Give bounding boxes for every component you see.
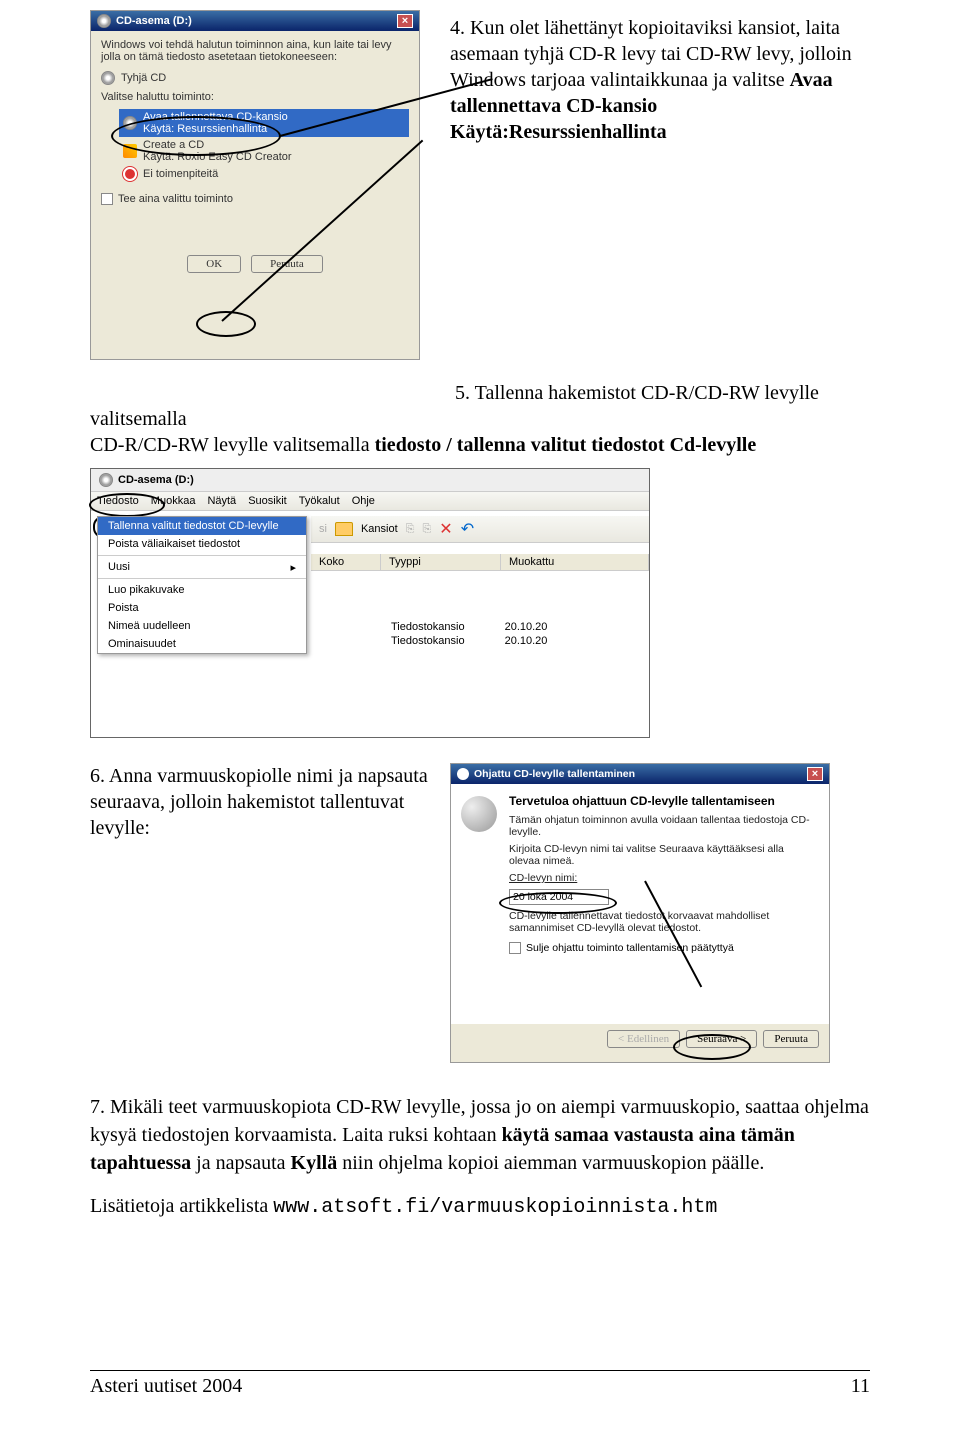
checkbox-label: Sulje ohjattu toiminto tallentamisen pää… <box>526 942 734 954</box>
step7-bold-b: Kyllä <box>291 1152 338 1174</box>
more-info-line: Lisätietoja artikkelista www.atsoft.fi/v… <box>90 1195 870 1219</box>
step7-number: 7. <box>90 1096 105 1118</box>
file-list: Tiedostokansio 20.10.20 Tiedostokansio 2… <box>391 619 547 649</box>
step7-text-b: ja napsauta <box>196 1152 290 1174</box>
dialog-title: CD-asema (D:) <box>116 15 192 27</box>
action-label: Ei toimenpiteitä <box>143 168 218 180</box>
no-action-icon <box>123 167 137 181</box>
checkbox-icon <box>101 193 113 205</box>
annotation-ellipse <box>111 116 281 156</box>
dd-luo-pikakuvake[interactable]: Luo pikakuvake <box>98 581 306 599</box>
address-bar: CD-asema (D:) <box>91 469 649 492</box>
dd-tallenna-cd[interactable]: Tallenna valitut tiedostot CD-levylle <box>98 517 306 535</box>
menu-ohje[interactable]: Ohje <box>352 495 375 507</box>
close-wizard-checkbox[interactable]: Sulje ohjattu toiminto tallentamisen pää… <box>509 942 817 954</box>
undo-icon[interactable]: ↶ <box>461 519 474 539</box>
step7-paragraph: 7. Mikäli teet varmuuskopiota CD-RW levy… <box>90 1093 870 1177</box>
wizard-p2: Kirjoita CD-levyn nimi tai valitse Seura… <box>509 843 817 867</box>
file-type: Tiedostokansio <box>391 621 465 633</box>
step4-paragraph: 4. Kun olet lähettänyt kopioitaviksi kan… <box>450 10 870 360</box>
dd-poista[interactable]: Poista <box>98 599 306 617</box>
page-footer: Asteri uutiset 2004 11 <box>90 1370 870 1398</box>
cd-graphic-icon <box>461 796 497 832</box>
footer-left: Asteri uutiset 2004 <box>90 1375 242 1398</box>
back-button: < Edellinen <box>607 1030 680 1048</box>
checkbox-label: Tee aina valittu toiminto <box>118 193 233 205</box>
menu-nayta[interactable]: Näytä <box>207 495 236 507</box>
cd-wizard-dialog: Ohjattu CD-levylle tallentaminen × Terve… <box>450 763 830 1063</box>
step5-number: 5. <box>455 382 470 404</box>
wizard-titlebar: Ohjattu CD-levylle tallentaminen × <box>451 764 829 784</box>
folder-icon <box>335 522 353 536</box>
wizard-title: Ohjattu CD-levylle tallentaminen <box>474 768 635 780</box>
file-row[interactable]: Tiedostokansio 20.10.20 <box>391 635 547 647</box>
file-date: 20.10.20 <box>505 635 548 647</box>
dd-uusi[interactable]: Uusi <box>98 558 306 576</box>
step5-paragraph: 5. Tallenna hakemistot CD-R/CD-RW levyll… <box>90 380 870 458</box>
menu-tyokalut[interactable]: Työkalut <box>299 495 340 507</box>
delete-icon[interactable]: ✕ <box>439 519 452 539</box>
dd-poista-temp[interactable]: Poista väliaikaiset tiedostot <box>98 535 306 553</box>
ok-button[interactable]: OK <box>187 255 241 273</box>
step7-text-c: niin ohjelma kopioi aiemman varmuuskopio… <box>342 1152 764 1174</box>
radio-tyhja-cd[interactable]: Tyhjä CD <box>101 71 409 85</box>
annotation-ellipse-next <box>673 1034 751 1060</box>
col-tyyppi[interactable]: Tyyppi <box>381 554 501 570</box>
cd-name-label: CD-levyn nimi: <box>509 872 817 884</box>
step4-bold2: Käytä:Resurssienhallinta <box>450 121 667 143</box>
back-icon: si <box>319 523 327 535</box>
dd-ominaisuudet[interactable]: Ominaisuudet <box>98 635 306 653</box>
cancel-button[interactable]: Peruuta <box>251 255 323 273</box>
more-info-url: www.atsoft.fi/varmuuskopioinnista.htm <box>273 1196 717 1219</box>
cd-icon <box>99 473 113 487</box>
tool-icon: ⎘ <box>406 523 415 536</box>
close-icon[interactable]: × <box>397 14 413 28</box>
kansiot-button[interactable]: Kansiot <box>361 523 398 535</box>
file-type: Tiedostokansio <box>391 635 465 647</box>
wizard-heading: Tervetuloa ohjattuun CD-levylle tallenta… <box>509 794 817 808</box>
cd-icon <box>97 14 111 28</box>
menubar: Tiedosto Muokkaa Näytä Suosikit Työkalut… <box>91 492 649 511</box>
action-none[interactable]: Ei toimenpiteitä <box>119 165 409 183</box>
explorer-window: CD-asema (D:) Tiedosto Muokkaa Näytä Suo… <box>90 468 650 738</box>
tiedosto-dropdown: Tallenna valitut tiedostot CD-levylle Po… <box>97 516 307 654</box>
cd-icon <box>101 71 115 85</box>
file-row[interactable]: Tiedostokansio 20.10.20 <box>391 621 547 633</box>
more-info-text: Lisätietoja artikkelista <box>90 1195 273 1217</box>
menu-suosikit[interactable]: Suosikit <box>248 495 287 507</box>
toolbar: si Kansiot ⎘ ⎘ ✕ ↶ <box>311 516 649 543</box>
address-text: CD-asema (D:) <box>118 474 194 486</box>
dd-nimea[interactable]: Nimeä uudelleen <box>98 617 306 635</box>
step4-number: 4. <box>450 17 465 39</box>
col-muokattu[interactable]: Muokattu <box>501 554 649 570</box>
annotation-ellipse-name <box>499 892 617 914</box>
step6-paragraph: 6. Anna varmuuskopiolle nimi ja napsauta… <box>90 763 430 1063</box>
cancel-button[interactable]: Peruuta <box>763 1030 819 1048</box>
close-icon[interactable]: × <box>807 767 823 781</box>
file-date: 20.10.20 <box>505 621 548 633</box>
wizard-icon <box>457 768 469 780</box>
prompt-label: Valitse haluttu toiminto: <box>101 91 409 103</box>
col-koko[interactable]: Koko <box>311 554 381 570</box>
radio-label: Tyhjä CD <box>121 72 166 84</box>
dialog-titlebar: CD-asema (D:) × <box>91 11 419 31</box>
step6-number: 6. <box>90 765 105 787</box>
checkbox-icon <box>509 942 521 954</box>
column-headers: Koko Tyyppi Muokattu <box>311 554 649 571</box>
dialog-intro: Windows voi tehdä halutun toiminnon aina… <box>101 39 409 63</box>
step5-bold: tiedosto / tallenna valitut tiedostot Cd… <box>375 434 757 456</box>
annotation-ellipse-tiedosto <box>89 493 165 517</box>
footer-right: 11 <box>851 1375 870 1398</box>
step6-text: Anna varmuuskopiolle nimi ja napsauta se… <box>90 765 428 839</box>
tool-icon: ⎘ <box>422 523 431 536</box>
wizard-p1: Tämän ohjatun toiminnon avulla voidaan t… <box>509 814 817 838</box>
